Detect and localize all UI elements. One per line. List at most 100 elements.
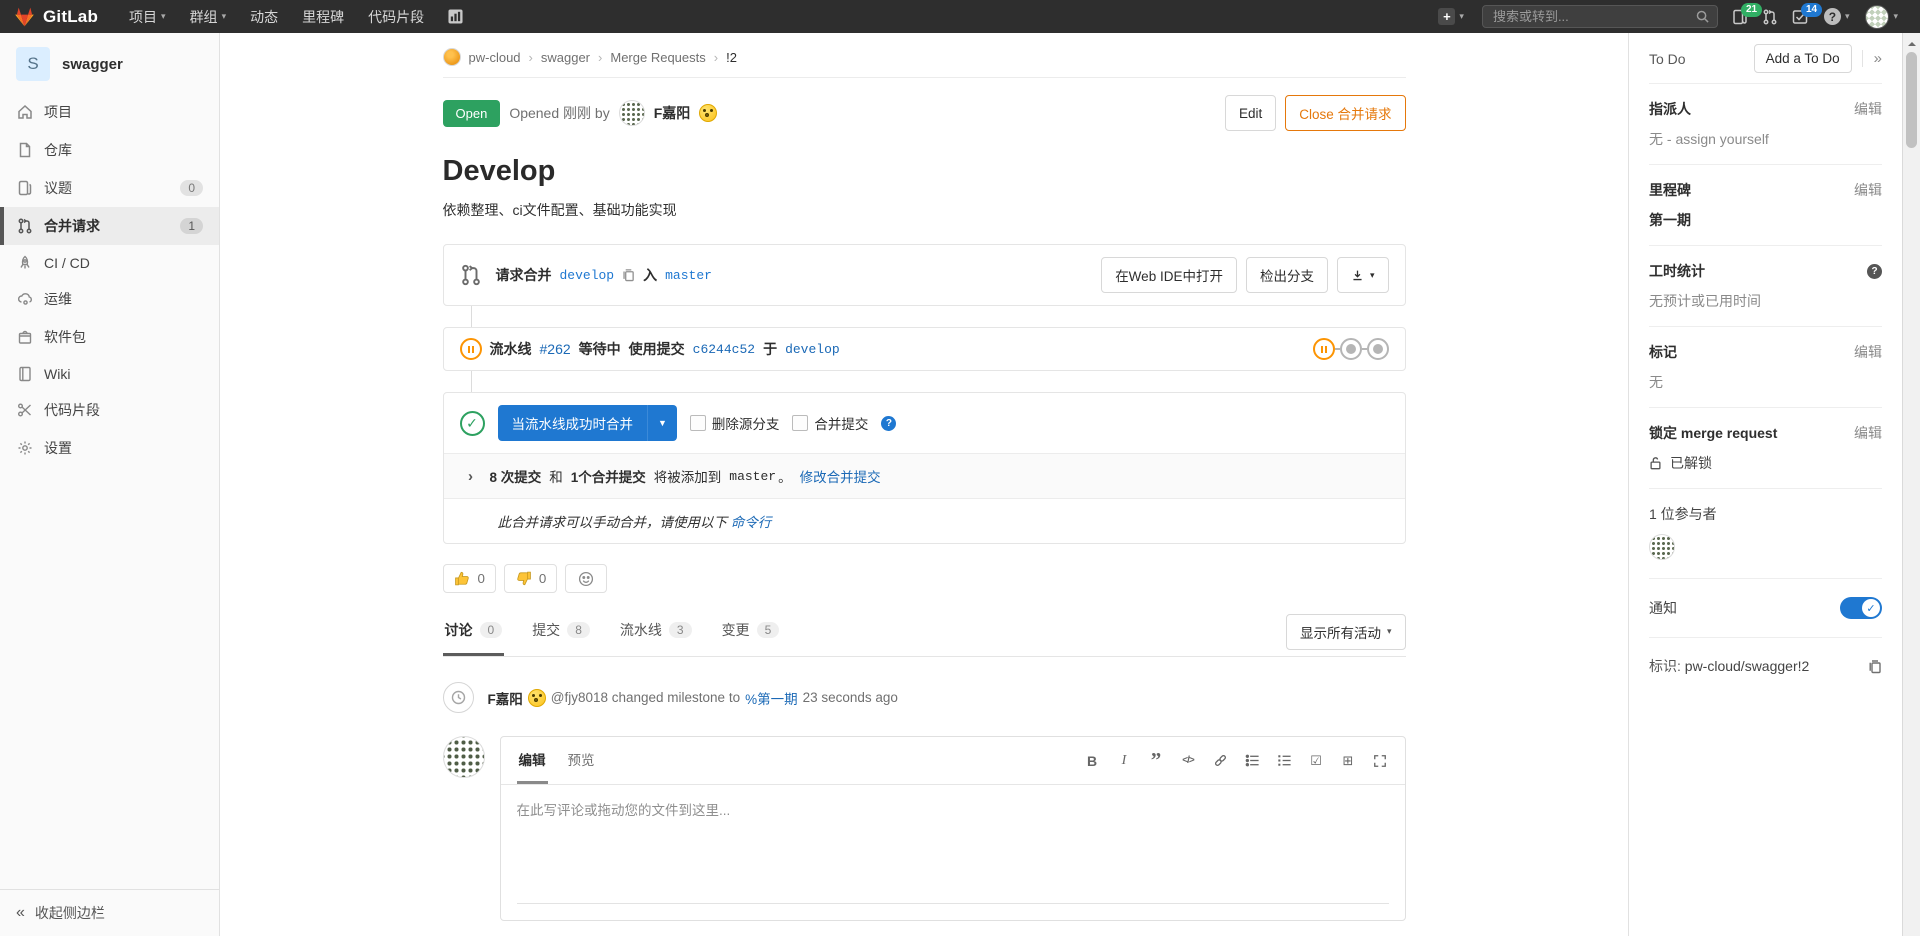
activity-filter-button[interactable]: 显示所有活动 ▾ <box>1286 614 1406 650</box>
sidebar-item-repository[interactable]: 仓库 <box>0 131 219 169</box>
sidebar-item-packages[interactable]: 软件包 <box>0 318 219 356</box>
link-icon[interactable] <box>1212 752 1229 769</box>
checkout-branch-button[interactable]: 检出分支 <box>1246 257 1328 293</box>
author-name[interactable]: F嘉阳 <box>654 103 691 123</box>
pipeline-id-link[interactable]: #262 <box>540 341 571 357</box>
tab-commits[interactable]: 提交 8 <box>530 607 592 656</box>
note-author[interactable]: F嘉阳 <box>488 688 523 708</box>
modify-merge-commit-link[interactable]: 修改合并提交 <box>800 466 881 486</box>
sidebar-item-merge-requests[interactable]: 合并请求 1 <box>0 207 219 245</box>
charts-icon[interactable] <box>437 2 474 31</box>
editor-tab-preview[interactable]: 预览 <box>566 737 597 784</box>
merge-request-icon <box>16 218 33 235</box>
navbar-right: + ▾ 21 14 ? ▾ <box>1434 1 1920 33</box>
stage-created-icon[interactable] <box>1340 338 1362 360</box>
scrollbar-thumb[interactable] <box>1906 52 1917 148</box>
thumbs-up-button[interactable]: 0 <box>443 564 496 593</box>
delete-source-branch-checkbox[interactable]: 删除源分支 <box>690 413 780 433</box>
page-scrollbar[interactable] <box>1902 33 1920 936</box>
expand-chevron-icon[interactable]: › <box>460 468 482 485</box>
labels-edit-link[interactable]: 编辑 <box>1854 342 1882 362</box>
user-menu-button[interactable]: ▾ <box>1865 1 1898 33</box>
nav-activity[interactable]: 动态 <box>239 0 289 34</box>
editor-tab-write[interactable]: 编辑 <box>517 737 548 784</box>
assignee-edit-link[interactable]: 编辑 <box>1854 99 1882 119</box>
nav-snippets[interactable]: 代码片段 <box>357 0 435 34</box>
sidebar-item-issues[interactable]: 议题 0 <box>0 169 219 207</box>
mini-pipeline-graph[interactable] <box>1313 338 1389 360</box>
scroll-up-icon[interactable] <box>1908 38 1916 46</box>
collapse-sidebar-icon[interactable]: » <box>1862 50 1882 67</box>
merge-controls-box: ✓ 当流水线成功时合并 ▼ 删除源分支 合并提交 <box>443 392 1406 544</box>
milestone-value[interactable]: 第一期 <box>1649 210 1882 230</box>
table-icon[interactable]: ⊞ <box>1340 752 1357 769</box>
search-input[interactable] <box>1491 8 1690 25</box>
time-tracking-help-icon[interactable]: ? <box>1867 264 1882 279</box>
nav-milestones[interactable]: 里程碑 <box>291 0 355 34</box>
participant-avatar[interactable] <box>1649 534 1675 560</box>
italic-icon[interactable]: I <box>1116 752 1133 769</box>
bullet-list-icon[interactable] <box>1244 752 1261 769</box>
add-award-emoji-button[interactable] <box>565 564 607 593</box>
tab-discussion[interactable]: 讨论 0 <box>443 607 505 656</box>
project-header[interactable]: S swagger <box>0 33 219 93</box>
copy-reference-icon[interactable] <box>1868 659 1882 674</box>
stage-created-icon[interactable] <box>1367 338 1389 360</box>
breadcrumb: pw-cloud › swagger › Merge Requests › !2 <box>443 33 1406 78</box>
code-icon[interactable]: </> <box>1180 752 1197 769</box>
sidebar-item-settings[interactable]: 设置 <box>0 429 219 467</box>
numbered-list-icon[interactable] <box>1276 752 1293 769</box>
help-menu-button[interactable]: ? ▾ <box>1822 1 1852 32</box>
squash-commits-checkbox[interactable]: 合并提交 <box>792 413 868 433</box>
milestone-edit-link[interactable]: 编辑 <box>1854 180 1882 200</box>
milestone-link[interactable]: %第一期 <box>745 688 798 708</box>
web-ide-button[interactable]: 在Web IDE中打开 <box>1101 257 1237 293</box>
stage-pending-icon[interactable] <box>1313 338 1335 360</box>
add-todo-button[interactable]: Add a To Do <box>1754 44 1852 73</box>
widget-connector <box>471 306 472 327</box>
quote-icon[interactable]: ” <box>1148 752 1165 769</box>
sidebar-item-snippets[interactable]: 代码片段 <box>0 391 219 429</box>
new-menu-button[interactable]: + ▾ <box>1434 1 1468 32</box>
tab-pipelines[interactable]: 流水线 3 <box>618 607 694 656</box>
breadcrumb-section[interactable]: Merge Requests <box>610 50 705 65</box>
command-line-link[interactable]: 命令行 <box>731 515 772 530</box>
note-time[interactable]: 23 seconds ago <box>803 690 898 705</box>
breadcrumb-group[interactable]: pw-cloud <box>469 50 521 65</box>
sidebar-item-operations[interactable]: 运维 <box>0 280 219 318</box>
comment-textarea[interactable] <box>501 785 1405 903</box>
collapse-sidebar-button[interactable]: « 收起侧边栏 <box>0 889 219 936</box>
gitlab-logo[interactable]: GitLab <box>14 7 98 27</box>
pipeline-branch-link[interactable]: develop <box>785 342 840 357</box>
sidebar-item-wiki[interactable]: Wiki <box>0 356 219 391</box>
cloud-gear-icon <box>16 291 33 308</box>
merge-when-pipeline-succeeds-button[interactable]: 当流水线成功时合并 ▼ <box>498 405 677 441</box>
source-branch-link[interactable]: develop <box>560 268 615 283</box>
squash-help-icon[interactable]: ? <box>881 416 896 431</box>
close-mr-button[interactable]: Close 合并请求 <box>1285 95 1405 131</box>
task-list-icon[interactable]: ☑ <box>1308 752 1325 769</box>
copy-branch-icon[interactable] <box>622 268 635 282</box>
nav-projects[interactable]: 项目▾ <box>118 0 177 34</box>
notifications-toggle[interactable]: ✓ <box>1840 597 1882 619</box>
tab-changes[interactable]: 变更 5 <box>720 607 782 656</box>
author-avatar[interactable] <box>619 100 645 126</box>
thumbs-down-button[interactable]: 0 <box>504 564 557 593</box>
merge-requests-shortcut-button[interactable] <box>1762 9 1778 25</box>
nav-groups[interactable]: 群组▾ <box>179 0 238 34</box>
global-search[interactable] <box>1482 5 1718 28</box>
fullscreen-icon[interactable] <box>1372 752 1389 769</box>
breadcrumb-project[interactable]: swagger <box>541 50 590 65</box>
sidebar-item-cicd[interactable]: CI / CD <box>0 245 219 280</box>
issues-shortcut-button[interactable]: 21 <box>1732 9 1748 25</box>
bold-icon[interactable]: B <box>1084 752 1101 769</box>
lock-edit-link[interactable]: 编辑 <box>1854 423 1882 443</box>
edit-button[interactable]: Edit <box>1225 95 1276 131</box>
assignee-value[interactable]: 无 - assign yourself <box>1649 129 1882 149</box>
commit-sha-link[interactable]: c6244c52 <box>693 342 755 357</box>
sidebar-item-project[interactable]: 项目 <box>0 93 219 131</box>
toggle-check-icon: ✓ <box>1862 599 1880 617</box>
target-branch-link[interactable]: master <box>665 268 712 283</box>
download-dropdown-button[interactable]: ▾ <box>1337 257 1389 293</box>
todos-shortcut-button[interactable]: 14 <box>1792 9 1808 25</box>
